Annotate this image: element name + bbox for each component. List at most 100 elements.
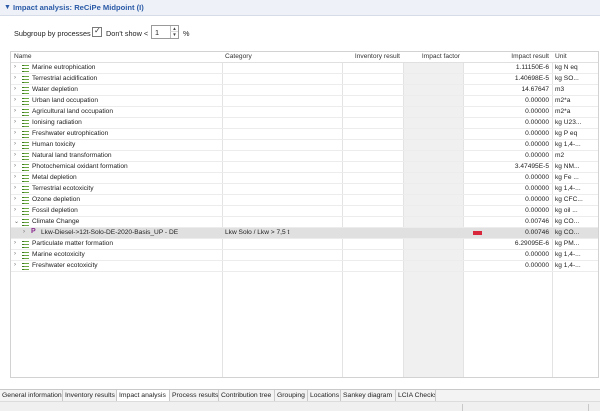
table-row[interactable]: › Metal depletion 0.00000 kg Fe ... xyxy=(11,173,598,184)
expand-right-icon[interactable]: › xyxy=(14,163,16,169)
column-header-inventory-result[interactable]: Inventory result xyxy=(343,53,400,60)
row-unit: kg P eq xyxy=(555,130,578,137)
expand-right-icon[interactable]: › xyxy=(14,64,16,70)
row-impact-result: 1.40698E-5 xyxy=(514,75,549,82)
expand-right-icon[interactable]: › xyxy=(14,207,16,213)
impact-category-icon xyxy=(22,252,29,259)
row-impact-result: 0.00000 xyxy=(525,108,549,115)
expand-right-icon[interactable]: › xyxy=(14,119,16,125)
row-unit: kg Fe ... xyxy=(555,174,579,181)
process-row[interactable]: › P Lkw-Diesel->12t-Solo-DE-2020-Basis_UP … xyxy=(11,228,598,239)
row-name: Terrestrial ecotoxicity xyxy=(32,185,94,192)
table-row[interactable]: › Natural land transformation 0.00000 m2 xyxy=(11,151,598,162)
threshold-spinner[interactable]: 1 ▲ ▼ xyxy=(151,25,179,39)
impact-category-icon xyxy=(22,208,29,215)
row-name: Marine ecotoxicity xyxy=(32,251,85,258)
row-unit: kg U23... xyxy=(555,119,582,126)
table-row[interactable]: ⌄ Climate Change 0.00746 kg CO... xyxy=(11,217,598,228)
row-impact-result: 0.00746 xyxy=(525,229,549,236)
column-header-impact-result[interactable]: Impact result xyxy=(464,53,549,60)
filter-toolbar: Subgroup by processes ✓ Don't show < 1 ▲… xyxy=(0,24,600,42)
row-impact-result: 14.67647 xyxy=(521,86,549,93)
table-row[interactable]: › Marine eutrophication 1.11150E-6 kg N eq xyxy=(11,63,598,74)
table-row[interactable]: › Urban land occupation 0.00000 m2*a xyxy=(11,96,598,107)
table-row[interactable]: › Particulate matter formation 6.29095E-6 k… xyxy=(11,239,598,250)
expand-right-icon[interactable]: › xyxy=(14,75,16,81)
impact-category-icon xyxy=(22,131,29,138)
impact-category-icon xyxy=(22,87,29,94)
impact-category-icon xyxy=(22,175,29,182)
spinner-down-icon[interactable]: ▼ xyxy=(170,32,178,38)
editor-tabs: General information Inventory results Im… xyxy=(0,389,600,402)
process-icon: P xyxy=(31,228,36,235)
impact-results-table[interactable]: Name Category Inventory result ⌃ Impact … xyxy=(10,51,599,378)
expand-right-icon[interactable]: › xyxy=(14,174,16,180)
row-name: Ozone depletion xyxy=(32,196,81,203)
expand-right-icon[interactable]: › xyxy=(14,251,16,257)
expand-right-icon[interactable]: › xyxy=(14,262,16,268)
row-unit: m2*a xyxy=(555,97,571,104)
table-row[interactable]: › Freshwater eutrophication 0.00000 kg P eq xyxy=(11,129,598,140)
row-name: Agricultural land occupation xyxy=(32,108,114,115)
column-header-name[interactable]: Name xyxy=(14,53,32,60)
expand-right-icon[interactable]: › xyxy=(14,130,16,136)
table-row[interactable]: › Terrestrial acidification 1.40698E-5 kg S… xyxy=(11,74,598,85)
threshold-value[interactable]: 1 xyxy=(155,28,159,37)
expand-right-icon[interactable]: › xyxy=(14,86,16,92)
row-impact-result: 1.11150E-6 xyxy=(515,64,549,71)
expand-right-icon[interactable]: › xyxy=(14,97,16,103)
expand-right-icon[interactable]: › xyxy=(14,185,16,191)
row-name: Freshwater ecotoxicity xyxy=(32,262,98,269)
table-row[interactable]: › Fossil depletion 0.00000 kg oil ... xyxy=(11,206,598,217)
row-unit: m2*a xyxy=(555,108,571,115)
row-name: Ionising radiation xyxy=(32,119,82,126)
column-header-impact-factor[interactable]: Impact factor xyxy=(404,53,460,60)
table-header: Name Category Inventory result ⌃ Impact … xyxy=(11,52,598,63)
table-row[interactable]: › Human toxicity 0.00000 kg 1,4-... xyxy=(11,140,598,151)
row-unit: m3 xyxy=(555,86,565,93)
row-unit: kg CO... xyxy=(555,218,580,225)
table-row[interactable]: › Freshwater ecotoxicity 0.00000 kg 1,4-... xyxy=(11,261,598,272)
row-name: Climate Change xyxy=(32,218,80,225)
row-name: Terrestrial acidification xyxy=(32,75,98,82)
row-impact-result: 6.29095E-6 xyxy=(514,240,549,247)
row-category: Lkw Solo / Lkw > 7,5 t xyxy=(225,229,290,236)
column-header-category[interactable]: Category xyxy=(225,53,252,60)
row-impact-result: 0.00000 xyxy=(525,185,549,192)
expand-right-icon[interactable]: › xyxy=(14,152,16,158)
expand-right-icon[interactable]: › xyxy=(14,240,16,246)
table-row[interactable]: › Agricultural land occupation 0.00000 m2*a xyxy=(11,107,598,118)
row-impact-result: 0.00000 xyxy=(525,207,549,214)
impact-category-icon xyxy=(22,120,29,127)
table-row[interactable]: › Photochemical oxidant formation 3.47495E… xyxy=(11,162,598,173)
row-unit: kg CFC... xyxy=(555,196,583,203)
expand-right-icon[interactable]: › xyxy=(14,108,16,114)
expand-right-icon[interactable]: › xyxy=(14,141,16,147)
row-impact-result: 0.00746 xyxy=(525,218,549,225)
row-impact-result: 0.00000 xyxy=(525,174,549,181)
row-impact-result: 0.00000 xyxy=(525,152,549,159)
table-row[interactable]: › Ozone depletion 0.00000 kg CFC... xyxy=(11,195,598,206)
row-name: Marine eutrophication xyxy=(32,64,96,71)
table-row[interactable]: › Ionising radiation 0.00000 kg U23... xyxy=(11,118,598,129)
expand-down-icon[interactable]: ⌄ xyxy=(14,218,19,225)
impact-category-icon xyxy=(22,219,29,226)
expand-right-icon[interactable]: › xyxy=(23,229,25,235)
percent-label: % xyxy=(183,29,190,38)
subgroup-checkbox[interactable]: ✓ xyxy=(92,26,102,37)
dont-show-label: Don't show < xyxy=(106,29,149,38)
impact-category-icon xyxy=(22,65,29,72)
impact-category-icon xyxy=(22,98,29,105)
checkmark-icon: ✓ xyxy=(94,26,101,35)
impact-category-icon xyxy=(22,197,29,204)
column-header-unit[interactable]: Unit xyxy=(555,53,567,60)
expand-right-icon[interactable]: › xyxy=(14,196,16,202)
impact-category-icon xyxy=(22,153,29,160)
section-header[interactable]: ▼ Impact analysis: ReCiPe Midpoint (I) xyxy=(0,0,600,16)
table-row[interactable]: › Water depletion 14.67647 m3 xyxy=(11,85,598,96)
collapse-chevron-icon[interactable]: ▼ xyxy=(4,4,11,11)
table-row[interactable]: › Marine ecotoxicity 0.00000 kg 1,4-... xyxy=(11,250,598,261)
row-name: Urban land occupation xyxy=(32,97,98,104)
row-name: Water depletion xyxy=(32,86,78,93)
table-row[interactable]: › Terrestrial ecotoxicity 0.00000 kg 1,4-..… xyxy=(11,184,598,195)
